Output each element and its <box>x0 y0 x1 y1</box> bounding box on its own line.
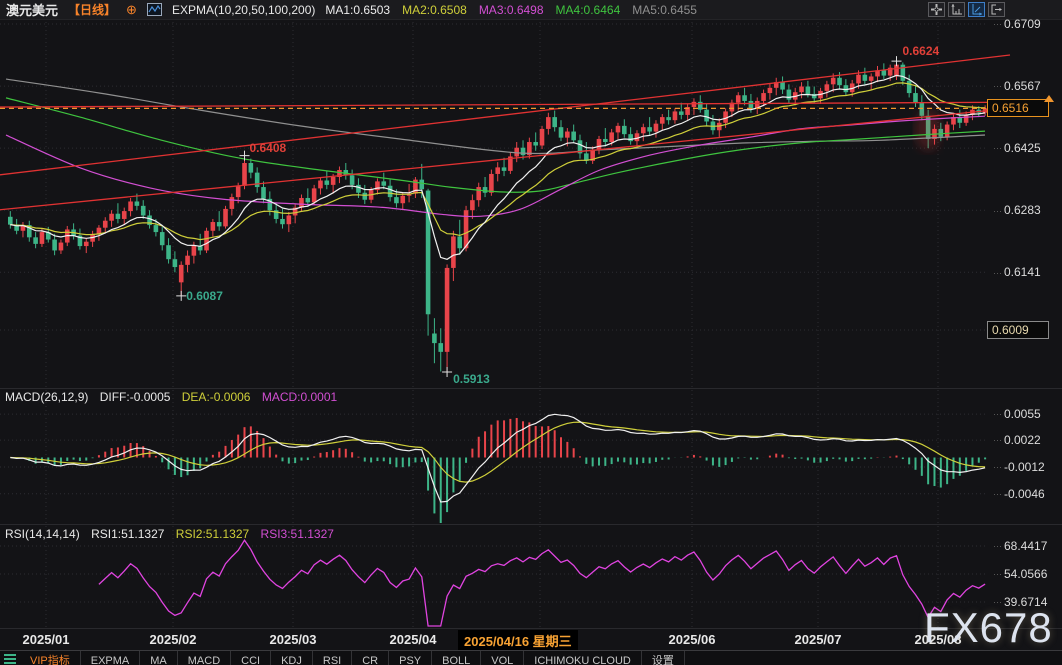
rsi2-value: RSI2:51.1327 <box>176 527 249 541</box>
ma50-line <box>6 116 985 216</box>
toolbar-item-expma[interactable]: EXPMA <box>81 651 141 665</box>
macd-axis-label: 0.0022 <box>994 433 1041 447</box>
trend-line[interactable] <box>0 55 1010 175</box>
price-annotation: 0.6624 <box>903 44 940 58</box>
x-axis-label: 2025/03 <box>253 632 333 647</box>
toolbar-item-设置[interactable]: 设置 <box>642 651 685 665</box>
toolbar-item-rsi[interactable]: RSI <box>313 651 352 665</box>
x-axis-label: 2025/02 <box>133 632 213 647</box>
rsi-title: RSI(14,14,14) <box>5 527 80 541</box>
rsi-axis-label: 68.4417 <box>994 539 1047 553</box>
toolbar-item-psy[interactable]: PSY <box>389 651 432 665</box>
rsi-axis-label: 54.0566 <box>994 567 1047 581</box>
toolbar-item-ichimoku-cloud[interactable]: ICHIMOKU CLOUD <box>524 651 642 665</box>
price-axis-label: 0.6709 <box>994 17 1041 31</box>
macd-header: MACD(26,12,9) DIFF:-0.0005 DEA:-0.0006 M… <box>5 390 345 404</box>
low-price-label: 0.6009 <box>987 321 1049 339</box>
chart-canvas[interactable] <box>0 0 1062 665</box>
price-annotation: 0.5913 <box>453 372 490 386</box>
toolbar-item-vip指标[interactable]: VIP指标 <box>20 651 81 665</box>
price-annotation: 0.6408 <box>250 141 287 155</box>
x-axis-label: 2025/01 <box>6 632 86 647</box>
toolbar-item-cci[interactable]: CCI <box>231 651 271 665</box>
price-axis-label: 0.6567 <box>994 79 1041 93</box>
toolbar-item-macd[interactable]: MACD <box>178 651 231 665</box>
current-price-label: 0.6516 <box>987 99 1049 117</box>
macd-histogram <box>17 418 985 523</box>
toolbar-item-cr[interactable]: CR <box>352 651 389 665</box>
rsi3-value: RSI3:51.1327 <box>261 527 334 541</box>
ma100-line <box>6 98 985 192</box>
toolbar-item-kdj[interactable]: KDJ <box>271 651 313 665</box>
price-up-arrow-icon <box>1044 95 1054 102</box>
watermark: FX678 <box>924 604 1053 652</box>
macd-axis-label: -0.0046 <box>994 487 1045 501</box>
trend-line[interactable] <box>0 108 1010 209</box>
selected-date-label: 2025/04/16 星期三 <box>458 630 578 651</box>
x-axis-label: 2025/06 <box>652 632 732 647</box>
price-axis-label: 0.6141 <box>994 265 1041 279</box>
toolbar-item-vol[interactable]: VOL <box>481 651 524 665</box>
indicator-toolbar: VIP指标EXPMAMAMACDCCIKDJRSICRPSYBOLLVOLICH… <box>0 650 1062 665</box>
rsi1-value: RSI1:51.1327 <box>91 527 164 541</box>
rsi-panel[interactable] <box>99 540 985 626</box>
macd-value: MACD:0.0001 <box>262 390 337 404</box>
extreme-cross-marker <box>176 291 186 301</box>
macd-title: MACD(26,12,9) <box>5 390 88 404</box>
price-axis-label: 0.6425 <box>994 141 1041 155</box>
price-annotation: 0.6087 <box>186 289 223 303</box>
x-axis-label: 2025/04 <box>373 632 453 647</box>
macd-axis-label: 0.0055 <box>994 407 1041 421</box>
macd-dea-value: DEA:-0.0006 <box>182 390 251 404</box>
extreme-cross-marker <box>892 56 902 66</box>
rsi-line <box>99 540 985 626</box>
x-axis-label: 2025/07 <box>778 632 858 647</box>
trading-chart-app: 澳元美元 【日线】 ⊕ EXPMA(10,20,50,100,200) MA1:… <box>0 0 1062 665</box>
macd-diff-value: DIFF:-0.0005 <box>100 390 171 404</box>
macd-axis-label: -0.0012 <box>994 460 1045 474</box>
toolbar-item-boll[interactable]: BOLL <box>432 651 481 665</box>
toolbar-item-ma[interactable]: MA <box>140 651 178 665</box>
price-axis-label: 0.6283 <box>994 203 1041 217</box>
rsi-header: RSI(14,14,14) RSI1:51.1327 RSI2:51.1327 … <box>5 527 342 541</box>
indicator-list-icon[interactable] <box>4 654 16 664</box>
macd-panel[interactable] <box>10 414 985 523</box>
extreme-cross-marker <box>442 367 452 377</box>
trend-line[interactable] <box>0 102 1010 107</box>
